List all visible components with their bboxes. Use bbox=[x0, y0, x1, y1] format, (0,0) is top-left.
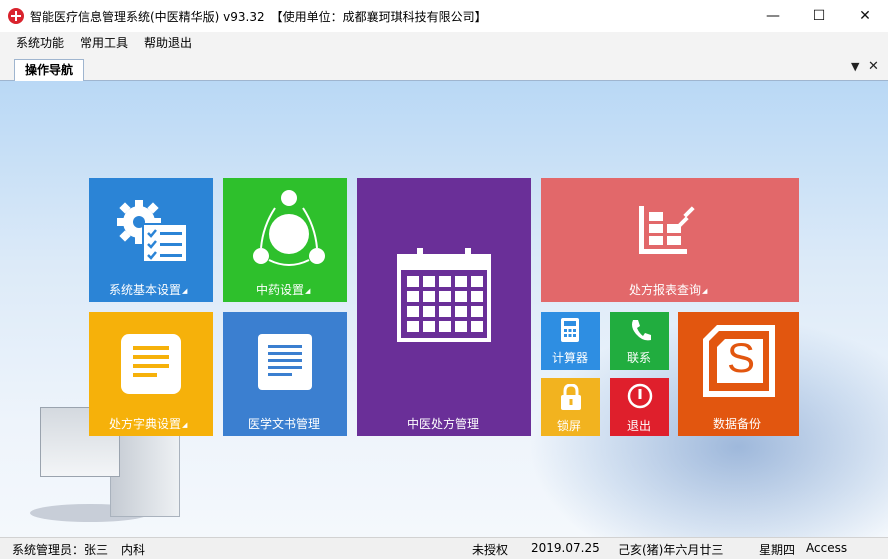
navigation-panel: 系统基本设置◢ 中药设置◢ 中医处方管理 处方报表查询◢ 处方字典设置◢ 医学文… bbox=[0, 81, 888, 537]
document-lines-icon bbox=[258, 334, 312, 390]
calendar-grid-icon bbox=[397, 248, 491, 342]
corner-arrow-icon: ◢ bbox=[182, 421, 188, 429]
maximize-button[interactable]: ☐ bbox=[796, 0, 842, 32]
padlock-icon bbox=[561, 384, 581, 410]
status-user: 系统管理员：张三 bbox=[12, 543, 109, 557]
status-lunar-date: 己亥(猪)年六月廿三 bbox=[618, 543, 724, 557]
network-nodes-icon bbox=[253, 190, 325, 266]
window-title: 智能医疗信息管理系统(中医精华版) v93.32 【使用单位：成都襄珂琪科技有限… bbox=[30, 10, 487, 24]
tile-lock-screen[interactable]: 锁屏 bbox=[541, 378, 600, 436]
power-icon bbox=[627, 383, 653, 409]
sway-logo-letter: S bbox=[727, 334, 756, 381]
corner-arrow-icon: ◢ bbox=[305, 287, 311, 295]
tile-data-backup[interactable]: S 数据备份 bbox=[678, 312, 799, 436]
tile-medical-documents[interactable]: 医学文书管理 bbox=[223, 312, 347, 436]
tab-close-icon[interactable]: ✕ bbox=[868, 59, 879, 74]
tile-medical-documents-label: 医学文书管理 bbox=[248, 417, 321, 431]
status-weekday: 星期四 bbox=[759, 543, 796, 557]
corner-arrow-icon: ◢ bbox=[702, 287, 708, 295]
tab-dropdown-icon[interactable]: ▼ bbox=[851, 60, 859, 73]
tile-data-backup-label: 数据备份 bbox=[713, 417, 762, 431]
calculator-icon bbox=[561, 318, 579, 342]
tile-contact-label: 联系 bbox=[627, 351, 652, 365]
tile-prescription-management-label: 中医处方管理 bbox=[407, 417, 480, 431]
bar-chart-icon bbox=[639, 206, 695, 254]
menu-help-exit[interactable]: 帮助退出 bbox=[136, 32, 200, 55]
tab-bar: 操作导航 ▼ ✕ bbox=[0, 55, 888, 82]
tab-navigation[interactable]: 操作导航 bbox=[14, 59, 85, 82]
tile-prescription-dictionary-label: 处方字典设置 bbox=[109, 417, 182, 431]
tile-system-settings-label: 系统基本设置 bbox=[109, 283, 182, 297]
menu-bar: 系统功能 常用工具 帮助退出 bbox=[0, 32, 888, 55]
status-license: 未授权 bbox=[472, 543, 509, 557]
tile-prescription-dictionary[interactable]: 处方字典设置◢ bbox=[89, 312, 213, 436]
title-bar: 智能医疗信息管理系统(中医精华版) v93.32 【使用单位：成都襄珂琪科技有限… bbox=[0, 0, 888, 32]
corner-arrow-icon: ◢ bbox=[182, 287, 188, 295]
status-date: 2019.07.25 bbox=[531, 541, 600, 555]
tile-prescription-management[interactable]: 中医处方管理 bbox=[357, 178, 531, 436]
tile-exit-label: 退出 bbox=[627, 419, 652, 433]
tile-prescription-report[interactable]: 处方报表查询◢ bbox=[541, 178, 799, 302]
tile-calculator-label: 计算器 bbox=[552, 351, 589, 365]
gear-settings-icon bbox=[117, 200, 188, 263]
phone-icon bbox=[632, 320, 651, 341]
minimize-button[interactable]: — bbox=[750, 0, 796, 32]
tile-prescription-report-label: 处方报表查询 bbox=[629, 283, 702, 297]
menu-system-functions[interactable]: 系统功能 bbox=[8, 32, 72, 55]
close-button[interactable]: ✕ bbox=[842, 0, 888, 32]
tile-herb-settings-label: 中药设置 bbox=[256, 283, 305, 297]
tile-exit[interactable]: 退出 bbox=[610, 378, 669, 436]
tile-herb-settings[interactable]: 中药设置◢ bbox=[223, 178, 347, 302]
app-logo-icon bbox=[8, 8, 24, 24]
tile-contact[interactable]: 联系 bbox=[610, 312, 669, 370]
status-department: 内科 bbox=[121, 543, 146, 557]
tile-calculator[interactable]: 计算器 bbox=[541, 312, 600, 370]
tile-system-settings[interactable]: 系统基本设置◢ bbox=[89, 178, 213, 302]
document-icon bbox=[121, 334, 181, 394]
tile-lock-screen-label: 锁屏 bbox=[557, 419, 582, 433]
status-bar: 系统管理员：张三 内科 未授权 2019.07.25 己亥(猪)年六月廿三 星期… bbox=[0, 537, 888, 559]
status-database: Access bbox=[806, 541, 848, 555]
menu-common-tools[interactable]: 常用工具 bbox=[72, 32, 136, 55]
